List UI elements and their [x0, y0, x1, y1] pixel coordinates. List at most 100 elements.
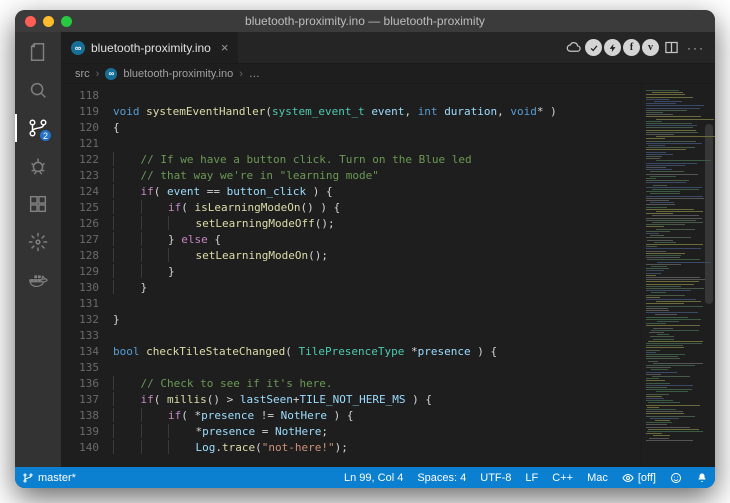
indent-guide — [113, 232, 114, 246]
indent-guide — [113, 424, 114, 438]
maximize-window-button[interactable] — [61, 16, 72, 27]
chevron-right-icon: › — [96, 68, 100, 80]
close-tab-icon[interactable]: × — [221, 40, 229, 55]
line-number: 126 — [61, 216, 99, 232]
code-line[interactable]: { — [113, 120, 641, 136]
status-eol[interactable]: LF — [518, 472, 545, 484]
indent-guide — [113, 200, 114, 214]
docker-icon[interactable] — [26, 268, 50, 292]
arduino-file-icon: ∞ — [71, 41, 85, 55]
code-line[interactable] — [113, 296, 641, 312]
smiley-icon — [670, 472, 682, 484]
arduino-file-icon: ∞ — [105, 68, 117, 80]
line-number: 130 — [61, 280, 99, 296]
action-check-icon[interactable] — [585, 39, 602, 56]
code-line[interactable]: } — [113, 280, 641, 296]
code-line[interactable] — [113, 88, 641, 104]
indent-guide — [141, 232, 142, 246]
status-branch[interactable]: master* — [15, 472, 83, 484]
code-line[interactable] — [113, 360, 641, 376]
line-number: 137 — [61, 392, 99, 408]
breadcrumb-item[interactable]: src — [75, 68, 90, 80]
files-icon[interactable] — [26, 40, 50, 64]
indent-guide — [113, 216, 114, 230]
code-line[interactable]: bool checkTileStateChanged( TilePresence… — [113, 344, 641, 360]
line-number: 125 — [61, 200, 99, 216]
breadcrumb-tail[interactable]: … — [249, 68, 260, 80]
status-encoding[interactable]: UTF-8 — [473, 472, 518, 484]
particle-icon[interactable] — [26, 230, 50, 254]
line-number: 138 — [61, 408, 99, 424]
code-line[interactable]: *presence = NotHere; — [113, 424, 641, 440]
line-number: 132 — [61, 312, 99, 328]
code-line[interactable]: if( isLearningModeOn() ) { — [113, 200, 641, 216]
status-language[interactable]: C++ — [545, 472, 580, 484]
close-window-button[interactable] — [25, 16, 36, 27]
minimap[interactable] — [641, 84, 715, 467]
code-line[interactable]: if( *presence != NotHere ) { — [113, 408, 641, 424]
code-line[interactable]: if( event == button_click ) { — [113, 184, 641, 200]
status-notifications[interactable] — [689, 472, 715, 484]
line-number: 136 — [61, 376, 99, 392]
line-number: 123 — [61, 168, 99, 184]
more-actions-icon[interactable]: ··· — [683, 41, 709, 55]
code-line[interactable]: setLearningModeOff(); — [113, 216, 641, 232]
indent-guide — [113, 152, 114, 166]
indent-guide — [141, 216, 142, 230]
search-icon[interactable] — [26, 78, 50, 102]
breadcrumb-item[interactable]: bluetooth-proximity.ino — [123, 68, 233, 80]
indent-guide — [113, 280, 114, 294]
code-line[interactable]: } — [113, 312, 641, 328]
line-number: 119 — [61, 104, 99, 120]
indent-guide — [168, 424, 169, 438]
code-line[interactable]: } — [113, 264, 641, 280]
chevron-right-icon: › — [239, 68, 243, 80]
code-line[interactable] — [113, 136, 641, 152]
minimize-window-button[interactable] — [43, 16, 54, 27]
tab-bluetooth-proximity[interactable]: ∞ bluetooth-proximity.ino × — [61, 32, 239, 63]
code-line[interactable]: setLearningModeOn(); — [113, 248, 641, 264]
indent-guide — [113, 248, 114, 262]
code-line[interactable]: } else { — [113, 232, 641, 248]
indent-guide — [168, 440, 169, 454]
minimap-scroll-thumb[interactable] — [705, 124, 713, 304]
code-line[interactable]: if( millis() > lastSeen+TILE_NOT_HERE_MS… — [113, 392, 641, 408]
indent-guide — [113, 376, 114, 390]
code-editor[interactable]: void systemEventHandler(system_event_t e… — [107, 84, 641, 467]
debug-icon[interactable] — [26, 154, 50, 178]
code-line[interactable]: // that way we're in "learning mode" — [113, 168, 641, 184]
action-f-icon[interactable]: f — [623, 39, 640, 56]
code-line[interactable]: // If we have a button click. Turn on th… — [113, 152, 641, 168]
eye-icon — [622, 472, 634, 484]
status-feedback[interactable] — [663, 472, 689, 484]
split-editor-icon[interactable] — [661, 38, 681, 58]
extensions-icon[interactable] — [26, 192, 50, 216]
code-line[interactable]: Log.trace("not-here!"); — [113, 440, 641, 456]
indent-guide — [141, 248, 142, 262]
source-control-icon[interactable]: 2 — [26, 116, 50, 140]
line-number: 124 — [61, 184, 99, 200]
status-cursor[interactable]: Ln 99, Col 4 — [337, 472, 410, 484]
line-number: 127 — [61, 232, 99, 248]
line-number: 133 — [61, 328, 99, 344]
line-number: 140 — [61, 440, 99, 456]
line-number: 120 — [61, 120, 99, 136]
code-line[interactable]: void systemEventHandler(system_event_t e… — [113, 104, 641, 120]
status-spaces[interactable]: Spaces: 4 — [410, 472, 473, 484]
indent-guide — [113, 440, 114, 454]
action-v-icon[interactable]: v — [642, 39, 659, 56]
line-number: 128 — [61, 248, 99, 264]
code-line[interactable]: // Check to see if it's here. — [113, 376, 641, 392]
status-preview[interactable]: [off] — [615, 472, 663, 484]
status-os[interactable]: Mac — [580, 472, 615, 484]
action-flash-icon[interactable] — [604, 39, 621, 56]
breadcrumbs[interactable]: src › ∞ bluetooth-proximity.ino › … — [61, 64, 715, 84]
code-line[interactable] — [113, 328, 641, 344]
bell-icon — [696, 472, 708, 484]
line-gutter: 1181191201211221231241251261271281291301… — [61, 84, 107, 467]
indent-guide — [113, 408, 114, 422]
indent-guide — [113, 392, 114, 406]
tab-bar: ∞ bluetooth-proximity.ino × f v ··· — [61, 32, 715, 64]
indent-guide — [141, 264, 142, 278]
cloud-flash-icon[interactable] — [563, 38, 583, 58]
